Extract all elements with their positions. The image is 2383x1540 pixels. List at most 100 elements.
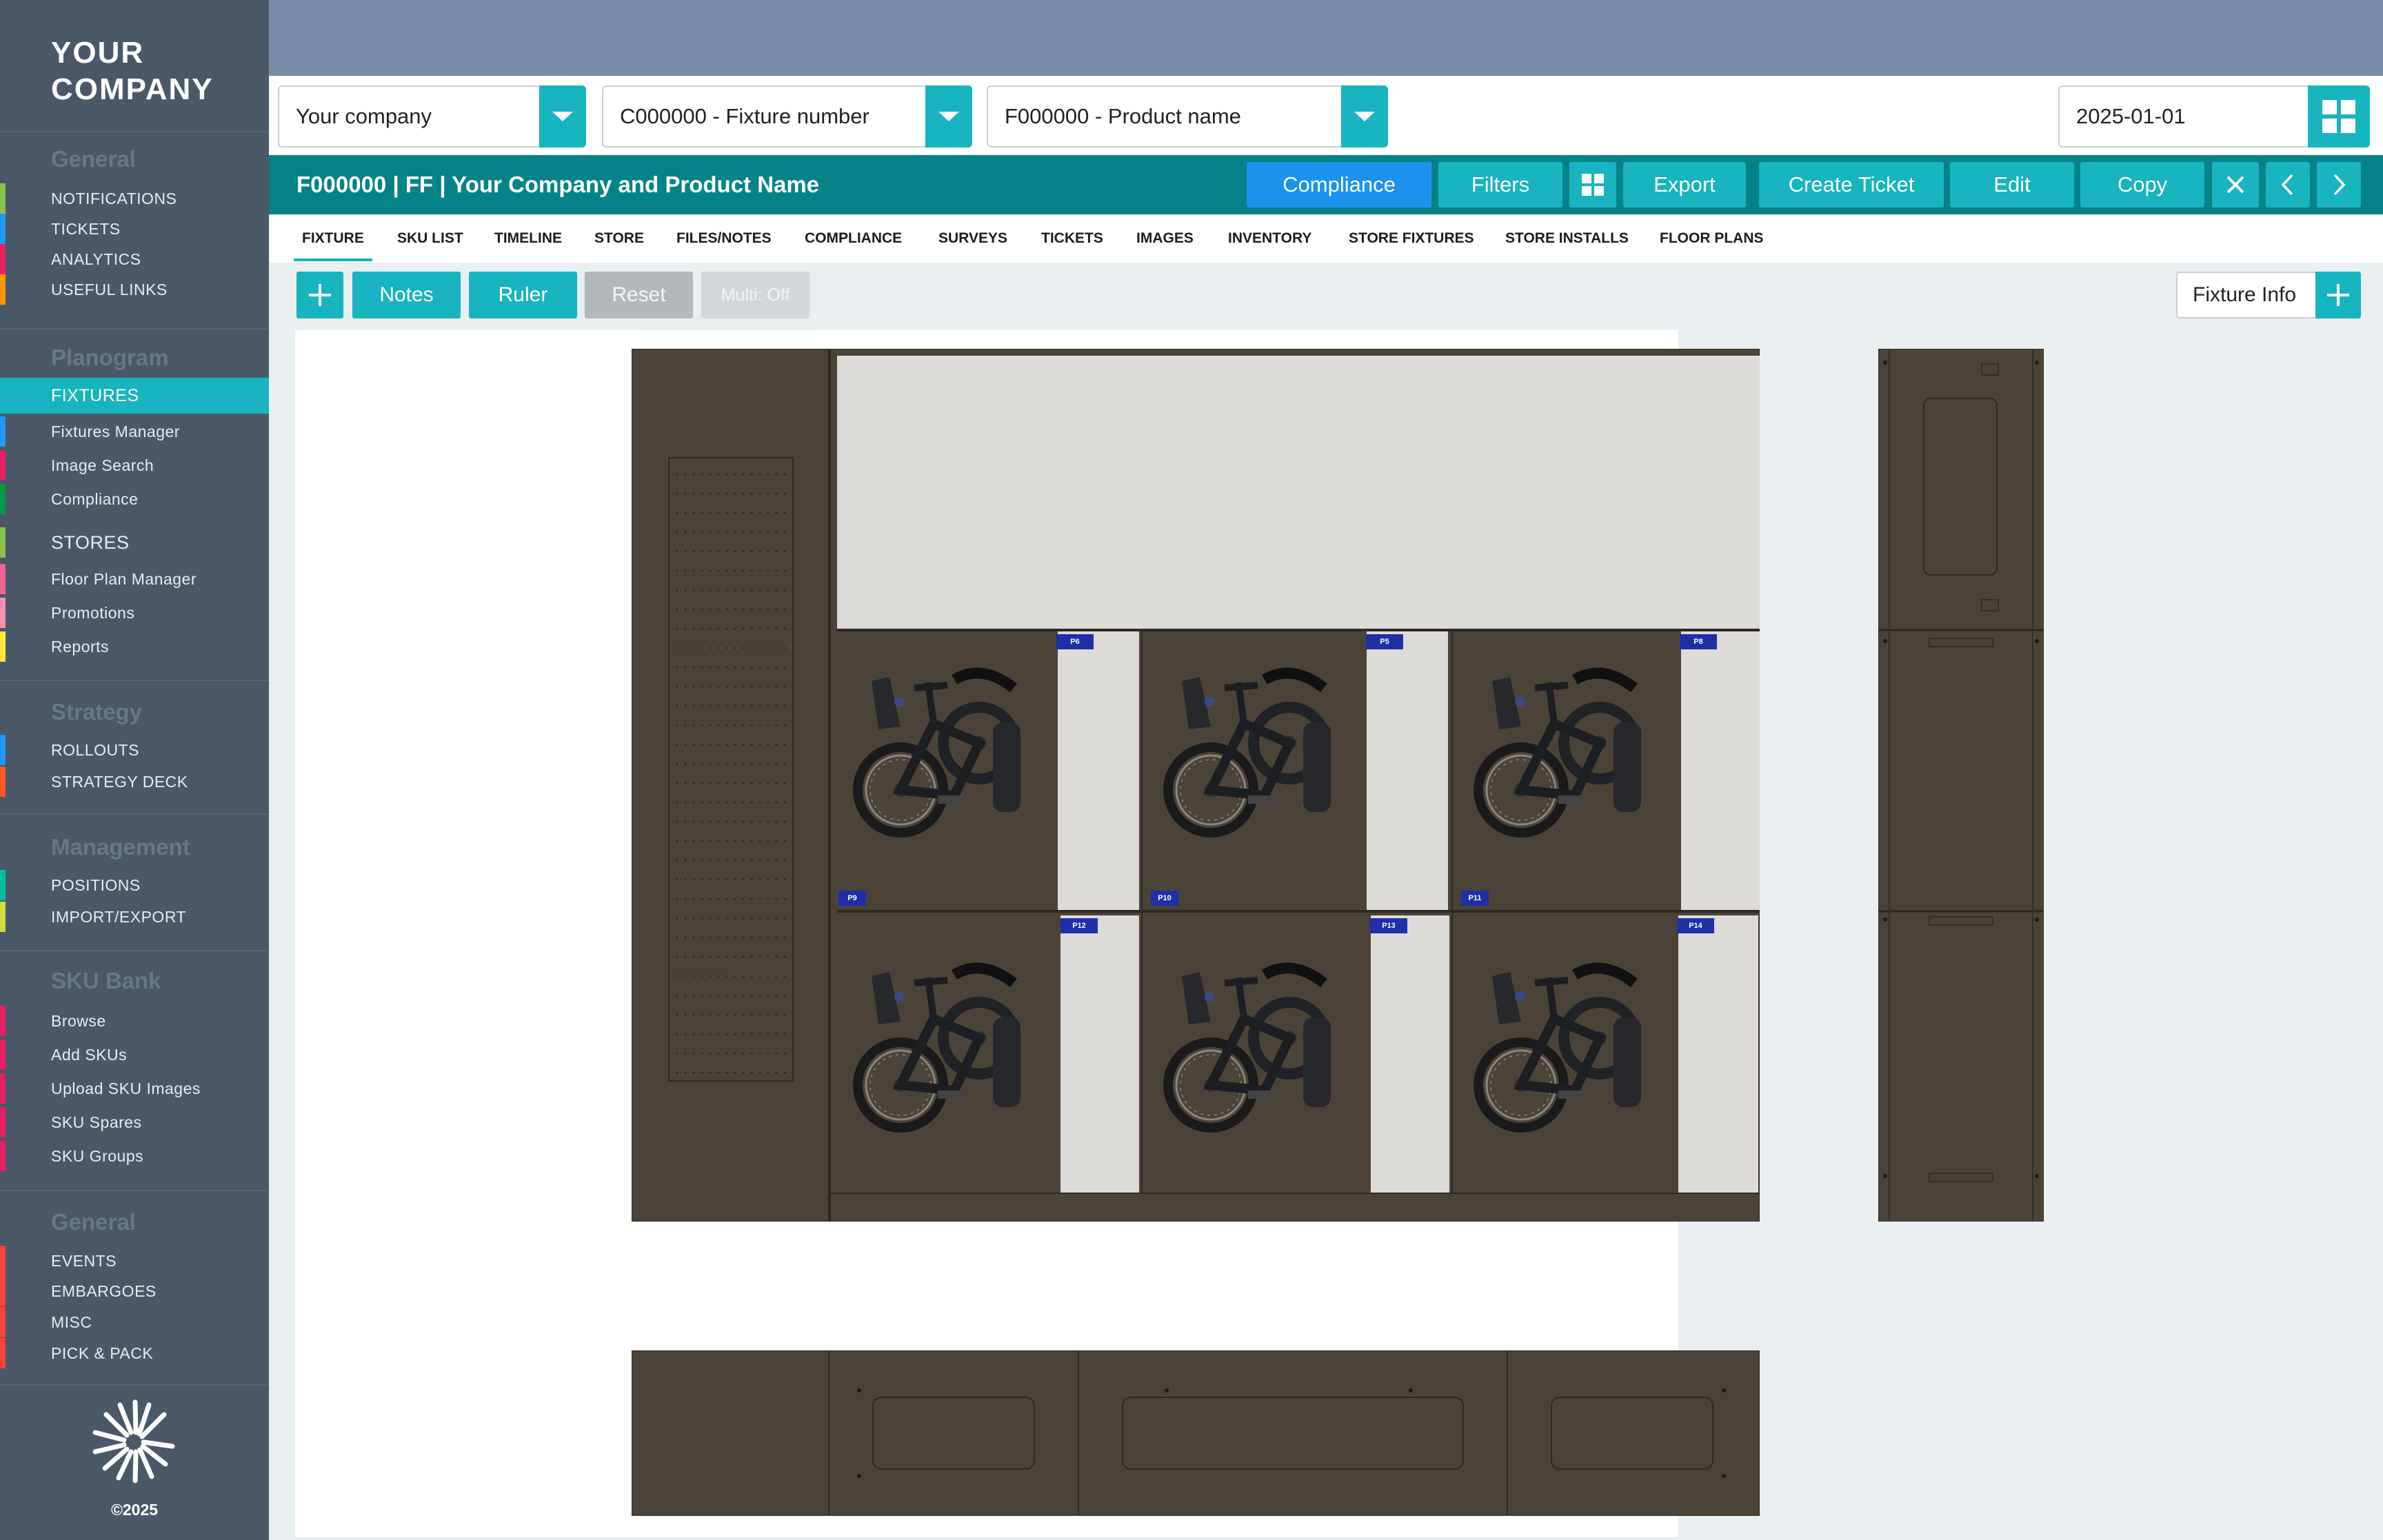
view-grid-button[interactable] — [1569, 162, 1616, 207]
close-icon — [2226, 176, 2244, 194]
position-tag-p12[interactable]: P12 — [1060, 918, 1098, 933]
fixture-select[interactable]: C000000 - Fixture number — [602, 85, 972, 148]
nav-section-title: General — [51, 146, 136, 172]
close-button[interactable] — [2212, 162, 2259, 207]
sidebar-item-stores[interactable]: STORES — [0, 527, 269, 558]
sidebar-item-fixtures[interactable]: FIXTURES — [0, 378, 269, 414]
planogram-canvas[interactable]: P6 P5 P8 P9 P10 P11 P12 P13 P14 — [295, 330, 2044, 1537]
tab-store-installs[interactable]: STORE INSTALLS — [1505, 214, 1629, 263]
company-select[interactable]: Your company — [278, 85, 586, 148]
add-button[interactable] — [296, 272, 343, 318]
tab-store-fixtures[interactable]: STORE FIXTURES — [1349, 214, 1474, 263]
sidebar-item-image-search[interactable]: Image Search — [0, 450, 269, 480]
fixture-info-add-button[interactable] — [2315, 272, 2361, 318]
position-tag-p6[interactable]: P6 — [1056, 634, 1094, 649]
tab-compliance[interactable]: COMPLIANCE — [805, 214, 902, 263]
notes-button[interactable]: Notes — [352, 272, 461, 318]
fixture-side-view[interactable] — [1878, 349, 2044, 1222]
reset-button[interactable]: Reset — [585, 272, 693, 318]
sidebar-item-reports[interactable]: Reports — [0, 631, 269, 662]
plus-icon — [309, 284, 331, 306]
grid-icon — [2322, 100, 2355, 133]
sidebar-item-useful-links[interactable]: USEFUL LINKS — [0, 274, 269, 305]
position-tag-p11[interactable]: P11 — [1461, 891, 1489, 906]
multi-toggle[interactable]: Multi: Off — [701, 272, 810, 318]
sidebar-item-tickets[interactable]: TICKETS — [0, 214, 269, 244]
position-tag-p14[interactable]: P14 — [1677, 918, 1714, 933]
sidebar-item-browse[interactable]: Browse — [0, 1006, 269, 1036]
sidebar-item-events[interactable]: EVENTS — [0, 1246, 269, 1276]
tab-sku-list[interactable]: SKU LIST — [397, 214, 463, 263]
position-tag-p5[interactable]: P5 — [1366, 634, 1403, 649]
previous-button[interactable] — [2266, 162, 2310, 207]
tab-floor-plans[interactable]: FLOOR PLANS — [1660, 214, 1764, 263]
sidebar-item-promotions[interactable]: Promotions — [0, 598, 269, 628]
next-button[interactable] — [2317, 162, 2361, 207]
sidebar-item-positions[interactable]: POSITIONS — [0, 870, 269, 900]
company-select-dropdown-button[interactable] — [539, 85, 586, 148]
nav-section-title: Planogram — [51, 345, 169, 370]
title-bar: F000000 | FF | Your Company and Product … — [269, 155, 2383, 214]
sunburst-logo-icon — [92, 1399, 175, 1483]
tab-files-notes[interactable]: FILES/NOTES — [676, 214, 772, 263]
position-tag-p13[interactable]: P13 — [1370, 918, 1407, 933]
sidebar-item-sku-groups[interactable]: SKU Groups — [0, 1141, 269, 1171]
tab-fixture[interactable]: FIXTURE — [294, 214, 372, 263]
sidebar-item-rollouts[interactable]: ROLLOUTS — [0, 735, 269, 765]
tab-timeline[interactable]: TIMELINE — [494, 214, 562, 263]
sidebar: YOUR COMPANY General NOTIFICATIONS TICKE… — [0, 0, 269, 1540]
export-button[interactable]: Export — [1623, 162, 1746, 207]
sidebar-item-embargoes[interactable]: EMBARGOES — [0, 1276, 269, 1306]
product-select-dropdown-button[interactable] — [1341, 85, 1388, 148]
chevron-down-icon — [1354, 112, 1375, 121]
fixture-info-label: Fixture Info — [2193, 283, 2297, 306]
chevron-right-icon — [2333, 174, 2346, 196]
sidebar-item-pick-pack[interactable]: PICK & PACK — [0, 1338, 269, 1368]
create-ticket-button[interactable]: Create Ticket — [1759, 162, 1944, 207]
sidebar-item-import-export[interactable]: IMPORT/EXPORT — [0, 902, 269, 932]
chevron-down-icon — [552, 112, 573, 121]
company-name-line2: COMPANY — [51, 72, 214, 106]
sidebar-item-upload-sku-images[interactable]: Upload SKU Images — [0, 1073, 269, 1104]
position-tag-p9[interactable]: P9 — [838, 891, 866, 906]
page-title: F000000 | FF | Your Company and Product … — [296, 172, 820, 197]
fixture-info-control[interactable]: Fixture Info — [2176, 272, 2361, 318]
company-select-value: Your company — [296, 104, 432, 128]
chevron-down-icon — [938, 112, 959, 121]
sidebar-item-notifications[interactable]: NOTIFICATIONS — [0, 183, 269, 214]
chevron-left-icon — [2281, 174, 2293, 196]
filters-button[interactable]: Filters — [1438, 162, 1562, 207]
sidebar-item-add-skus[interactable]: Add SKUs — [0, 1040, 269, 1070]
sidebar-item-floor-plan-manager[interactable]: Floor Plan Manager — [0, 564, 269, 594]
layout-grid-button[interactable] — [2308, 85, 2370, 148]
sidebar-item-compliance[interactable]: Compliance — [0, 484, 269, 514]
nav-section-title: SKU Bank — [51, 968, 161, 993]
sidebar-item-analytics[interactable]: ANALYTICS — [0, 244, 269, 274]
position-tag-p8[interactable]: P8 — [1680, 634, 1717, 649]
ruler-button[interactable]: Ruler — [469, 272, 577, 318]
sidebar-item-strategy-deck[interactable]: STRATEGY DECK — [0, 767, 269, 797]
tab-inventory[interactable]: INVENTORY — [1228, 214, 1311, 263]
sidebar-item-fixtures-manager[interactable]: Fixtures Manager — [0, 416, 269, 447]
date-field[interactable]: 2025-01-01 — [2058, 85, 2370, 148]
tab-tickets[interactable]: TICKETS — [1041, 214, 1103, 263]
grid-icon — [1582, 174, 1604, 196]
edit-button[interactable]: Edit — [1950, 162, 2074, 207]
compliance-button[interactable]: Compliance — [1247, 162, 1431, 207]
product-select-value: F000000 - Product name — [1005, 104, 1241, 128]
nav-section-title: Management — [51, 834, 190, 860]
sidebar-item-misc[interactable]: MISC — [0, 1307, 269, 1337]
tab-surveys[interactable]: SURVEYS — [938, 214, 1007, 263]
company-logo[interactable]: YOUR COMPANY — [51, 34, 214, 108]
fixture-front-view[interactable] — [632, 349, 1760, 1222]
copy-button[interactable]: Copy — [2080, 162, 2204, 207]
fixture-select-value: C000000 - Fixture number — [620, 104, 869, 128]
tab-images[interactable]: IMAGES — [1136, 214, 1194, 263]
copyright-text: ©2025 — [110, 1501, 159, 1519]
sidebar-item-sku-spares[interactable]: SKU Spares — [0, 1107, 269, 1137]
tab-store[interactable]: STORE — [594, 214, 644, 263]
product-select[interactable]: F000000 - Product name — [987, 85, 1388, 148]
fixture-select-dropdown-button[interactable] — [925, 85, 972, 148]
fixture-base-view[interactable] — [632, 1350, 1760, 1516]
position-tag-p10[interactable]: P10 — [1151, 891, 1178, 906]
